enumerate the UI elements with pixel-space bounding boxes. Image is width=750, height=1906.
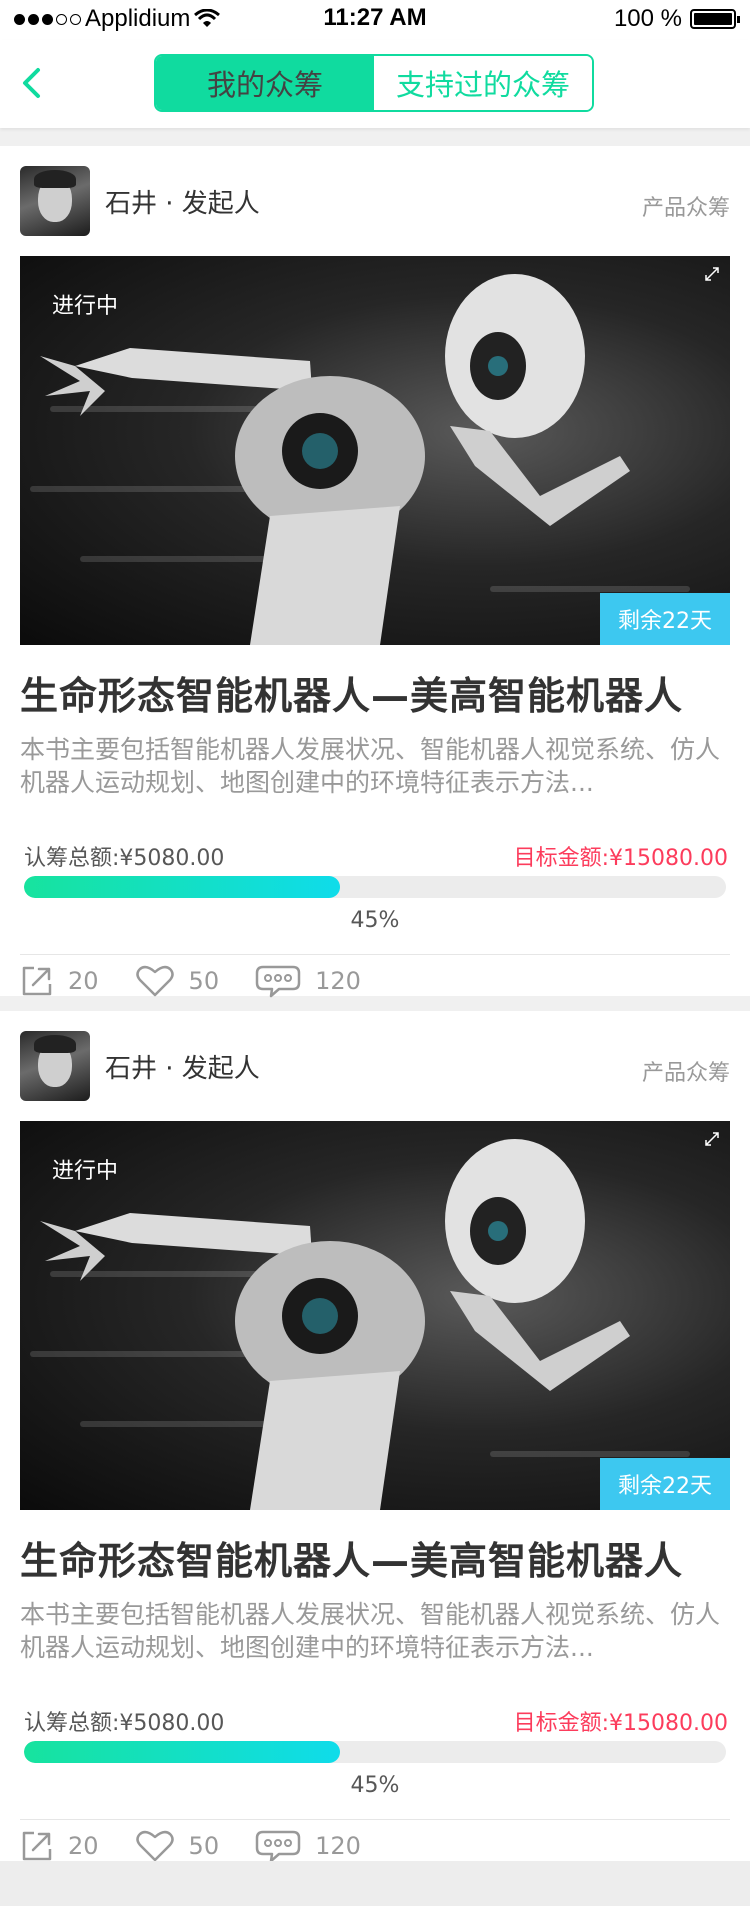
like-button[interactable]: 50	[135, 964, 220, 998]
comment-icon	[255, 1830, 301, 1863]
robot-illustration	[40, 1139, 630, 1510]
action-bar: 20 50 120	[20, 956, 397, 1006]
project-title[interactable]: 生命形态智能机器人—美高智能机器人	[20, 1530, 683, 1585]
author-name: 石井 · 发起人	[105, 1053, 260, 1084]
expand-icon[interactable]	[704, 1131, 720, 1147]
project-description: 本书主要包括智能机器人发展状况、智能机器人视觉系统、仿人机器人运动规划、地图创建…	[20, 1600, 721, 1662]
category-label: 产品众筹	[641, 1061, 730, 1086]
bottom-spacer	[0, 1861, 750, 1906]
battery-info: 100 %	[613, 5, 740, 33]
tab-my-crowdfunding[interactable]: 我的众筹	[156, 56, 374, 110]
share-icon	[22, 1831, 52, 1861]
status-bar: Applidium 11:27 AM 100 %	[0, 0, 750, 40]
author-row[interactable]: 石井 · 发起人	[20, 1031, 260, 1101]
like-count: 50	[188, 967, 220, 995]
like-button[interactable]: 50	[135, 1829, 220, 1863]
comment-icon	[255, 965, 301, 998]
remaining-days-badge: 剩余22天	[600, 1458, 730, 1510]
comment-count: 120	[315, 1832, 361, 1860]
category-label: 产品众筹	[641, 196, 730, 221]
raised-amount: 认筹总额:¥5080.00	[24, 846, 225, 871]
expand-icon[interactable]	[704, 266, 720, 282]
remaining-days-badge: 剩余22天	[600, 593, 730, 645]
heart-icon	[135, 1830, 174, 1862]
target-amount: 目标金额:¥15080.00	[513, 846, 728, 871]
project-image[interactable]: 进行中 剩余22天	[20, 256, 730, 645]
battery-icon	[690, 9, 740, 29]
robot-illustration	[40, 274, 630, 645]
progress-fill	[24, 1741, 340, 1763]
share-button[interactable]: 20	[20, 1829, 99, 1863]
like-count: 50	[188, 1832, 220, 1860]
project-description: 本书主要包括智能机器人发展状况、智能机器人视觉系统、仿人机器人运动规划、地图创建…	[20, 735, 721, 797]
avatar[interactable]	[20, 166, 90, 236]
progress-fill	[24, 876, 340, 898]
author-name: 石井 · 发起人	[105, 188, 260, 219]
share-count: 20	[68, 1832, 99, 1860]
progress-percent: 45%	[350, 908, 400, 933]
tab-supported-crowdfunding[interactable]: 支持过的众筹	[374, 56, 592, 110]
share-count: 20	[68, 967, 99, 995]
funding-progress-bar	[24, 876, 726, 898]
back-chevron-icon[interactable]	[18, 66, 48, 100]
share-icon	[22, 966, 52, 996]
project-image[interactable]: 进行中 剩余22天	[20, 1121, 730, 1510]
progress-percent: 45%	[350, 1773, 400, 1798]
raised-amount: 认筹总额:¥5080.00	[24, 1711, 225, 1736]
segmented-tabs: 我的众筹 支持过的众筹	[154, 54, 594, 112]
divider	[20, 954, 730, 955]
heart-icon	[135, 965, 174, 997]
status-tag: 进行中	[52, 294, 119, 319]
project-title[interactable]: 生命形态智能机器人—美高智能机器人	[20, 665, 683, 720]
share-button[interactable]: 20	[20, 964, 99, 998]
project-card[interactable]: 石井 · 发起人 产品众筹 进行中 剩余22天 生命形态智能机器人—美高智能机器…	[0, 1011, 750, 1863]
battery-percent: 100 %	[613, 5, 682, 32]
comment-button[interactable]: 120	[255, 1829, 361, 1863]
project-card[interactable]: 石井 · 发起人 产品众筹 进行中 剩余22天 生命形态智能机器人—美高智能机器…	[0, 146, 750, 998]
comment-button[interactable]: 120	[255, 964, 361, 998]
funding-progress-bar	[24, 1741, 726, 1763]
divider	[20, 1819, 730, 1820]
author-row[interactable]: 石井 · 发起人	[20, 166, 260, 236]
top-nav: 我的众筹 支持过的众筹	[0, 40, 750, 128]
status-tag: 进行中	[52, 1159, 119, 1184]
comment-count: 120	[315, 967, 361, 995]
avatar[interactable]	[20, 1031, 90, 1101]
target-amount: 目标金额:¥15080.00	[513, 1711, 728, 1736]
